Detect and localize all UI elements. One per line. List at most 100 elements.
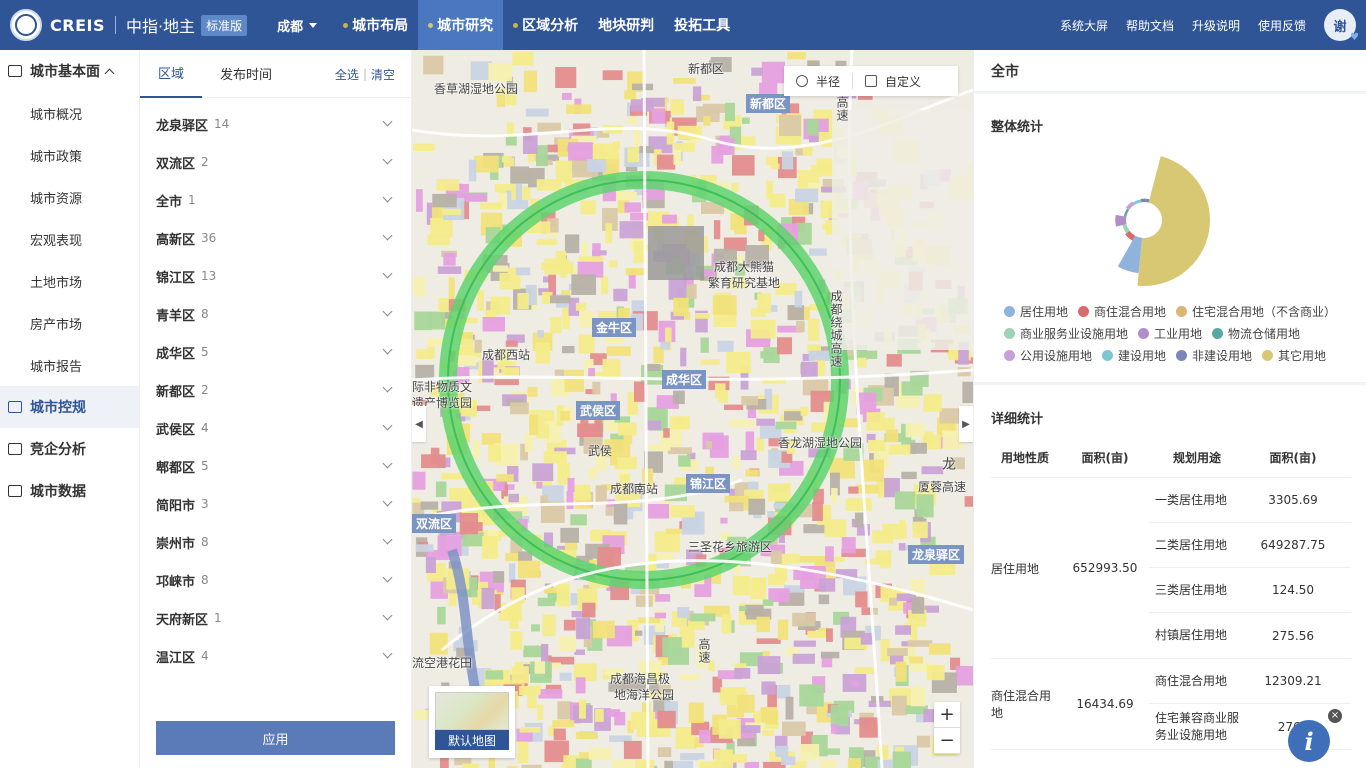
tab-publish-time[interactable]: 发布时间 (202, 50, 290, 98)
district-row[interactable]: 武侯区 4 (140, 409, 411, 447)
sidebar-item-city-report[interactable]: 城市报告 (0, 344, 139, 386)
clear-link[interactable]: 清空 (371, 66, 395, 83)
district-row[interactable]: 温江区 4 (140, 637, 411, 675)
sidebar-item-land-market[interactable]: 土地市场 (0, 260, 139, 302)
tab-region[interactable]: 区域 (140, 50, 203, 98)
legend-item[interactable]: 其它用地 (1262, 347, 1326, 364)
rose-sector[interactable] (1123, 208, 1130, 217)
brand-name: CREIS (50, 15, 105, 35)
rose-sector[interactable] (1117, 235, 1143, 274)
chevron-down-icon[interactable] (382, 534, 393, 545)
district-list: 龙泉驿区 14 双流区 2 全市 1 高新区 36 锦江区 13 青羊区 8 成华区 5 新都区 2 武侯区 4 郫… (140, 98, 411, 675)
map-district-tag[interactable]: 新都区 (746, 94, 791, 113)
map-parcel (866, 412, 885, 431)
chevron-down-icon[interactable] (382, 192, 393, 203)
legend-item[interactable]: 居住用地 (1004, 303, 1068, 320)
rose-sector[interactable] (1132, 199, 1142, 205)
district-row[interactable]: 郫都区 5 (140, 447, 411, 485)
legend-item[interactable]: 商业服务业设施用地 (1004, 325, 1128, 342)
city-select[interactable]: 成都 (277, 16, 318, 35)
district-row[interactable]: 天府新区 1 (140, 599, 411, 637)
legend-swatch (1004, 305, 1015, 317)
map-parcel (714, 383, 726, 399)
collapse-left-handle[interactable]: ◀ (412, 406, 426, 442)
map-canvas[interactable] (412, 50, 973, 768)
link-feedback[interactable]: 使用反馈 (1258, 17, 1306, 34)
logo[interactable]: CREIS 中指·地主 标准版 (0, 0, 248, 50)
map-parcel (555, 66, 577, 88)
nav-item-expansion-tools[interactable]: 投拓工具 (664, 0, 740, 50)
avatar[interactable]: 谢 ♥ (1324, 9, 1359, 43)
legend-item[interactable]: 住宅混合用地（不含商业） (1176, 303, 1336, 320)
link-upgrade-notes[interactable]: 升级说明 (1192, 17, 1240, 34)
map-parcel (494, 379, 519, 386)
district-row[interactable]: 全市 1 (140, 181, 411, 219)
sidebar-item-city-policy[interactable]: 城市政策 (0, 134, 139, 176)
basemap-switcher[interactable]: 默认地图 (429, 686, 515, 758)
sidebar-section-city-planning[interactable]: 城市控规 (0, 386, 139, 428)
chevron-down-icon[interactable] (382, 572, 393, 583)
chevron-down-icon[interactable] (382, 268, 393, 279)
map-district-tag[interactable]: 锦江区 (686, 474, 731, 493)
chevron-down-icon[interactable] (382, 648, 393, 659)
link-big-screen[interactable]: 系统大屏 (1060, 17, 1108, 34)
legend-item[interactable]: 公用设施用地 (1004, 347, 1092, 364)
land-use-rose-chart[interactable] (974, 146, 1366, 296)
nav-item-city-research[interactable]: 城市研究 (418, 0, 504, 50)
custom-shape-tool[interactable]: 自定义 (853, 66, 933, 96)
district-row[interactable]: 新都区 2 (140, 371, 411, 409)
sidebar-item-housing-market[interactable]: 房产市场 (0, 302, 139, 344)
legend-item[interactable]: 建设用地 (1102, 347, 1166, 364)
sidebar-item-macro[interactable]: 宏观表现 (0, 218, 139, 260)
map-district-tag[interactable]: 金牛区 (592, 318, 637, 337)
district-row[interactable]: 邛崃市 8 (140, 561, 411, 599)
chevron-down-icon[interactable] (382, 420, 393, 431)
sidebar-section-competitor-analysis[interactable]: 竞企分析 (0, 428, 139, 470)
radius-tool[interactable]: 半径 (784, 66, 852, 96)
close-icon[interactable]: × (1328, 709, 1342, 723)
district-row[interactable]: 简阳市 3 (140, 485, 411, 523)
select-all-link[interactable]: 全选 (335, 66, 359, 83)
map-district-tag[interactable]: 成华区 (662, 370, 707, 389)
map-district-tag[interactable]: 双流区 (412, 514, 457, 533)
chevron-down-icon[interactable] (382, 116, 393, 127)
zoom-out-button[interactable]: − (934, 728, 960, 754)
district-row[interactable]: 青羊区 8 (140, 295, 411, 333)
map-view[interactable]: 新都区 香草湖湿地公园 成都大熊猫 繁育研究基地 成都西站 际非物质文 遗产博览… (412, 50, 973, 768)
rose-sector[interactable] (1140, 198, 1150, 203)
chevron-down-icon[interactable] (382, 382, 393, 393)
chevron-down-icon[interactable] (382, 344, 393, 355)
map-district-tag[interactable]: 武侯区 (576, 401, 621, 420)
legend-item[interactable]: 非建设用地 (1176, 347, 1252, 364)
legend-item[interactable]: 商住混合用地 (1078, 303, 1166, 320)
sidebar-section-city-data[interactable]: 城市数据 (0, 470, 139, 512)
collapse-right-handle[interactable]: ▶ (959, 406, 973, 442)
zoom-in-button[interactable]: + (934, 702, 960, 728)
map-parcel (630, 99, 655, 112)
info-button[interactable]: i (1288, 720, 1330, 762)
nav-item-area-analysis[interactable]: 区域分析 (503, 0, 588, 50)
legend-item[interactable]: 工业用地 (1138, 325, 1202, 342)
chevron-down-icon[interactable] (382, 154, 393, 165)
chevron-down-icon[interactable] (382, 610, 393, 621)
district-row[interactable]: 双流区 2 (140, 143, 411, 181)
chevron-down-icon[interactable] (382, 496, 393, 507)
nav-item-layout[interactable]: 城市布局 (333, 0, 418, 50)
link-help-docs[interactable]: 帮助文档 (1126, 17, 1174, 34)
district-row[interactable]: 高新区 36 (140, 219, 411, 257)
district-row[interactable]: 崇州市 8 (140, 523, 411, 561)
district-row[interactable]: 锦江区 13 (140, 257, 411, 295)
chevron-down-icon[interactable] (382, 306, 393, 317)
sidebar-item-city-resources[interactable]: 城市资源 (0, 176, 139, 218)
nav-item-plot-judgement[interactable]: 地块研判 (588, 0, 664, 50)
chevron-down-icon[interactable] (382, 458, 393, 469)
map-district-tag[interactable]: 龙泉驿区 (908, 545, 965, 564)
rose-sector[interactable] (1137, 156, 1211, 286)
chevron-down-icon[interactable] (382, 230, 393, 241)
district-row[interactable]: 成华区 5 (140, 333, 411, 371)
legend-item[interactable]: 物流仓储用地 (1212, 325, 1300, 342)
sidebar-item-city-overview[interactable]: 城市概况 (0, 92, 139, 134)
sidebar-section-city-fundamentals[interactable]: 城市基本面 (0, 50, 139, 92)
district-row[interactable]: 龙泉驿区 14 (140, 105, 411, 143)
apply-button[interactable]: 应用 (156, 721, 395, 755)
